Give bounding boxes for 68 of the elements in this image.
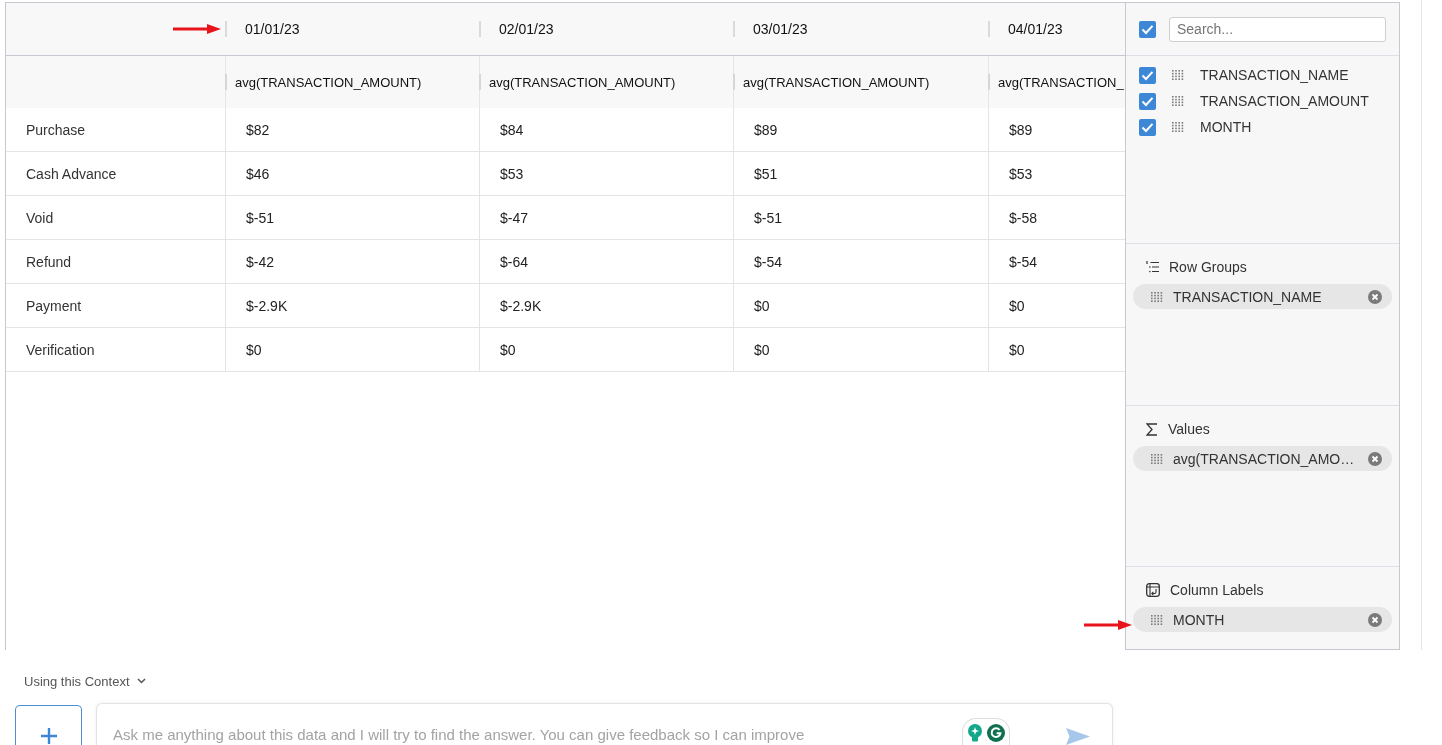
column-checkbox[interactable] bbox=[1139, 66, 1156, 84]
logo-icon[interactable] bbox=[987, 723, 1005, 742]
table-cell: $-64 bbox=[479, 240, 733, 283]
sigma-icon bbox=[1146, 422, 1158, 436]
plus-icon bbox=[40, 728, 57, 744]
chat-input[interactable]: Ask me anything about this data and I will try to find the answer. You can give feedback so I can improve bbox=[96, 703, 1113, 745]
table-cell: $53 bbox=[479, 152, 733, 195]
table-cell: $0 bbox=[479, 328, 733, 371]
grip-icon[interactable] bbox=[1151, 614, 1163, 625]
column-group-header: 02/01/23 bbox=[499, 21, 554, 37]
column-label: MONTH bbox=[1200, 119, 1252, 135]
table-cell: $89 bbox=[733, 108, 988, 151]
pivot-table-icon bbox=[1146, 583, 1160, 597]
column-group-header: 04/01/23 bbox=[1008, 21, 1063, 37]
column-group-header: 03/01/23 bbox=[753, 21, 808, 37]
chip-label: avg(TRANSACTION_AMO… bbox=[1173, 450, 1356, 467]
row-header-cell-text: Purchase bbox=[25, 120, 87, 140]
row-header-cell-text: Payment bbox=[25, 296, 83, 316]
table-cell: $46 bbox=[225, 152, 479, 195]
row-header-cell-text: Refund bbox=[25, 252, 73, 272]
list-icon bbox=[1146, 261, 1159, 273]
grip-icon[interactable] bbox=[1172, 122, 1184, 132]
search-field[interactable]: Search... bbox=[1169, 16, 1386, 42]
row-header-cell-text: Cash Advance bbox=[25, 164, 118, 184]
column-header: avg(TRANSACTION_ bbox=[998, 74, 1124, 90]
grip-icon[interactable] bbox=[1172, 96, 1184, 106]
table-cell: $0 bbox=[225, 328, 479, 371]
table-cell: $0 bbox=[733, 328, 988, 371]
column-header: avg(TRANSACTION_AMOUNT) bbox=[743, 74, 930, 90]
context-dropdown[interactable]: Using this Context bbox=[24, 672, 146, 690]
close-icon[interactable] bbox=[1368, 451, 1382, 466]
column-label: TRANSACTION_AMOUNT bbox=[1200, 93, 1369, 109]
table-cell: $82 bbox=[225, 108, 479, 151]
chip-label: MONTH bbox=[1173, 611, 1226, 628]
field-chip[interactable]: avg(TRANSACTION_AMO… bbox=[1133, 446, 1392, 471]
close-icon[interactable] bbox=[1368, 289, 1382, 304]
section-title: Row Groups bbox=[1169, 259, 1247, 275]
column-header: avg(TRANSACTION_AMOUNT) bbox=[489, 74, 676, 90]
field-chip[interactable]: TRANSACTION_NAME bbox=[1133, 284, 1392, 309]
grip-icon[interactable] bbox=[1151, 453, 1163, 464]
chevron-down-icon bbox=[136, 678, 146, 684]
section-title: Column Labels bbox=[1170, 582, 1264, 598]
select-all-checkbox[interactable] bbox=[1139, 20, 1156, 38]
column-label: TRANSACTION_NAME bbox=[1200, 67, 1349, 83]
table-cell: $-51 bbox=[225, 196, 479, 239]
table-cell: $-51 bbox=[733, 196, 988, 239]
row-header-cell-text: Void bbox=[25, 208, 55, 228]
table-cell: $-47 bbox=[479, 196, 733, 239]
chip-label: TRANSACTION_NAME bbox=[1173, 288, 1323, 305]
table-cell: $-42 bbox=[225, 240, 479, 283]
table-cell: $-2.9K bbox=[225, 284, 479, 327]
column-group-header: 01/01/23 bbox=[245, 21, 300, 37]
table-cell: $0 bbox=[733, 284, 988, 327]
field-chip[interactable]: MONTH bbox=[1133, 607, 1392, 632]
lightbulb-icon[interactable] bbox=[967, 723, 983, 742]
table-cell: $-2.9K bbox=[479, 284, 733, 327]
grip-icon[interactable] bbox=[1151, 291, 1163, 302]
table-cell: $84 bbox=[479, 108, 733, 151]
table-cell: $51 bbox=[733, 152, 988, 195]
add-button[interactable] bbox=[15, 705, 82, 745]
column-checkbox[interactable] bbox=[1139, 118, 1156, 136]
table-cell: $-54 bbox=[733, 240, 988, 283]
row-header-cell-text: Verification bbox=[25, 340, 96, 360]
grip-icon[interactable] bbox=[1172, 70, 1184, 80]
column-checkbox[interactable] bbox=[1139, 92, 1156, 110]
close-icon[interactable] bbox=[1368, 612, 1382, 627]
section-title: Values bbox=[1168, 421, 1210, 437]
column-header: avg(TRANSACTION_AMOUNT) bbox=[235, 74, 422, 90]
